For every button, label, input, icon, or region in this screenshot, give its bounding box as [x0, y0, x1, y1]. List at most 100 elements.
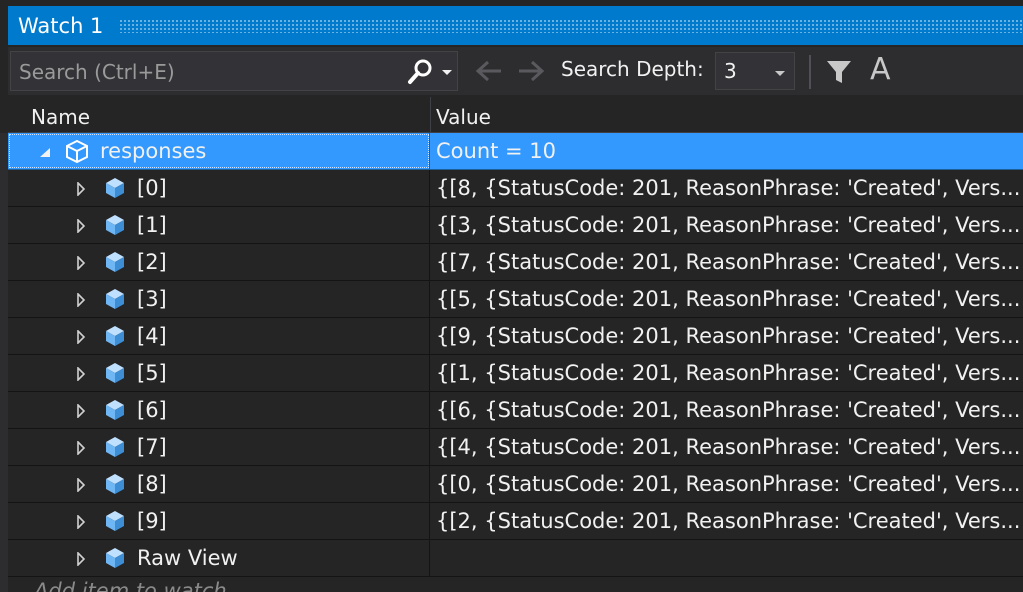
name-cell: [5]: [0, 355, 430, 391]
watch-grid: responses Count = 10 [0] {[8, {StatusCod…: [0, 133, 1023, 592]
search-depth-label: Search Depth:: [561, 57, 704, 81]
watch-row-name: Raw View: [137, 546, 238, 570]
watch-row-value: {[7, {StatusCode: 201, ReasonPhrase: 'Cr…: [436, 250, 1021, 274]
expand-triangle-icon[interactable]: [76, 441, 86, 455]
object-cube-icon: [106, 178, 124, 198]
object-cube-icon: [106, 511, 124, 531]
watch-row-value: {[2, {StatusCode: 201, ReasonPhrase: 'Cr…: [436, 509, 1021, 533]
filter-icon[interactable]: [824, 58, 854, 86]
watch-row-value: {[3, {StatusCode: 201, ReasonPhrase: 'Cr…: [436, 213, 1021, 237]
watch-row-name: [2]: [137, 250, 167, 274]
watch-row-name: [9]: [137, 509, 167, 533]
watch-row-item-2[interactable]: [2] {[7, {StatusCode: 201, ReasonPhrase:…: [0, 244, 1023, 281]
watch-row-name: [6]: [137, 398, 167, 422]
watch-row-item-7[interactable]: [7] {[4, {StatusCode: 201, ReasonPhrase:…: [0, 429, 1023, 466]
expand-triangle-icon[interactable]: [76, 330, 86, 344]
value-cell[interactable]: Count = 10: [430, 133, 1023, 169]
arrow-right-icon[interactable]: [516, 59, 546, 83]
collapse-triangle-icon[interactable]: [38, 147, 52, 159]
title-bar[interactable]: Watch 1: [8, 6, 1023, 45]
watch-row-value: {[6, {StatusCode: 201, ReasonPhrase: 'Cr…: [436, 398, 1021, 422]
value-cell[interactable]: {[7, {StatusCode: 201, ReasonPhrase: 'Cr…: [430, 244, 1023, 280]
search-input[interactable]: [17, 52, 401, 92]
add-item-placeholder[interactable]: Add item to watch: [34, 579, 227, 592]
watch-window: Watch 1 Search Depth: 3: [0, 0, 1023, 592]
watch-row-name: [8]: [137, 472, 167, 496]
watch-row-name: [3]: [137, 287, 167, 311]
arrow-left-icon[interactable]: [474, 59, 504, 83]
window-title: Watch 1: [18, 13, 104, 38]
value-cell[interactable]: {[9, {StatusCode: 201, ReasonPhrase: 'Cr…: [430, 318, 1023, 354]
expand-triangle-icon[interactable]: [76, 552, 86, 566]
name-cell: Raw View: [0, 540, 430, 576]
watch-row-item-3[interactable]: [3] {[5, {StatusCode: 201, ReasonPhrase:…: [0, 281, 1023, 318]
watch-row-item-6[interactable]: [6] {[6, {StatusCode: 201, ReasonPhrase:…: [0, 392, 1023, 429]
toolbar-separator: [809, 55, 811, 89]
watch-row-name: [1]: [137, 213, 167, 237]
watch-row-item-9[interactable]: [9] {[2, {StatusCode: 201, ReasonPhrase:…: [0, 503, 1023, 540]
expand-triangle-icon[interactable]: [76, 219, 86, 233]
watch-row-value: Count = 10: [436, 139, 557, 163]
column-header-name[interactable]: Name: [31, 105, 90, 129]
expand-triangle-icon[interactable]: [76, 182, 86, 196]
watch-row-name: [7]: [137, 435, 167, 459]
name-cell: responses: [0, 133, 430, 169]
object-cube-icon: [106, 548, 124, 568]
search-depth-value: 3: [724, 59, 737, 83]
object-cube-icon: [106, 215, 124, 235]
watch-row-value: {[4, {StatusCode: 201, ReasonPhrase: 'Cr…: [436, 435, 1021, 459]
object-cube-icon: [106, 400, 124, 420]
watch-row-value: {[9, {StatusCode: 201, ReasonPhrase: 'Cr…: [436, 324, 1021, 348]
add-item-row[interactable]: Add item to watch: [0, 577, 1023, 592]
watch-row-name: responses: [100, 139, 207, 163]
value-cell[interactable]: {[3, {StatusCode: 201, ReasonPhrase: 'Cr…: [430, 207, 1023, 243]
value-cell[interactable]: {[2, {StatusCode: 201, ReasonPhrase: 'Cr…: [430, 503, 1023, 539]
name-cell: [7]: [0, 429, 430, 465]
name-cell: [8]: [0, 466, 430, 502]
expand-triangle-icon[interactable]: [76, 404, 86, 418]
watch-row-item-4[interactable]: [4] {[9, {StatusCode: 201, ReasonPhrase:…: [0, 318, 1023, 355]
object-cube-icon: [106, 252, 124, 272]
name-cell: [9]: [0, 503, 430, 539]
column-header-value[interactable]: Value: [436, 105, 491, 129]
object-cube-icon: [106, 363, 124, 383]
expand-triangle-icon[interactable]: [76, 367, 86, 381]
left-gutter: [0, 133, 8, 592]
value-cell[interactable]: {[8, {StatusCode: 201, ReasonPhrase: 'Cr…: [430, 170, 1023, 206]
chevron-down-icon[interactable]: [439, 66, 455, 78]
expand-triangle-icon[interactable]: [76, 515, 86, 529]
search-box[interactable]: [10, 51, 458, 92]
value-cell[interactable]: {[4, {StatusCode: 201, ReasonPhrase: 'Cr…: [430, 429, 1023, 465]
value-cell[interactable]: {[5, {StatusCode: 201, ReasonPhrase: 'Cr…: [430, 281, 1023, 317]
value-cell[interactable]: {[6, {StatusCode: 201, ReasonPhrase: 'Cr…: [430, 392, 1023, 428]
watch-row-item-5[interactable]: [5] {[1, {StatusCode: 201, ReasonPhrase:…: [0, 355, 1023, 392]
value-cell[interactable]: {[1, {StatusCode: 201, ReasonPhrase: 'Cr…: [430, 355, 1023, 391]
expand-triangle-icon[interactable]: [76, 256, 86, 270]
watch-row-raw-view[interactable]: Raw View: [0, 540, 1023, 577]
object-cube-icon: [106, 326, 124, 346]
value-cell[interactable]: [430, 540, 1023, 576]
toolbar: Search Depth: 3 A: [8, 47, 1023, 95]
drag-grip[interactable]: [119, 18, 1023, 33]
watch-row-item-1[interactable]: [1] {[3, {StatusCode: 201, ReasonPhrase:…: [0, 207, 1023, 244]
name-cell: [6]: [0, 392, 430, 428]
expand-triangle-icon[interactable]: [76, 478, 86, 492]
value-cell[interactable]: {[0, {StatusCode: 201, ReasonPhrase: 'Cr…: [430, 466, 1023, 502]
expand-triangle-icon[interactable]: [76, 293, 86, 307]
name-cell: [1]: [0, 207, 430, 243]
chevron-down-icon[interactable]: [772, 67, 788, 79]
name-cell: [0]: [0, 170, 430, 206]
object-cube-icon: [66, 139, 88, 164]
watch-row-name: [5]: [137, 361, 167, 385]
watch-row-item-8[interactable]: [8] {[0, {StatusCode: 201, ReasonPhrase:…: [0, 466, 1023, 503]
watch-row-value: {[1, {StatusCode: 201, ReasonPhrase: 'Cr…: [436, 361, 1021, 385]
column-divider[interactable]: [430, 97, 431, 133]
search-depth-select[interactable]: 3: [715, 52, 795, 90]
grid-header: Name Value: [8, 97, 1023, 133]
object-cube-icon: [106, 474, 124, 494]
search-icon[interactable]: [405, 58, 435, 86]
font-icon[interactable]: A: [870, 52, 891, 87]
watch-row-item-0[interactable]: [0] {[8, {StatusCode: 201, ReasonPhrase:…: [0, 170, 1023, 207]
watch-row-responses[interactable]: responses Count = 10: [0, 133, 1023, 170]
name-cell: [4]: [0, 318, 430, 354]
